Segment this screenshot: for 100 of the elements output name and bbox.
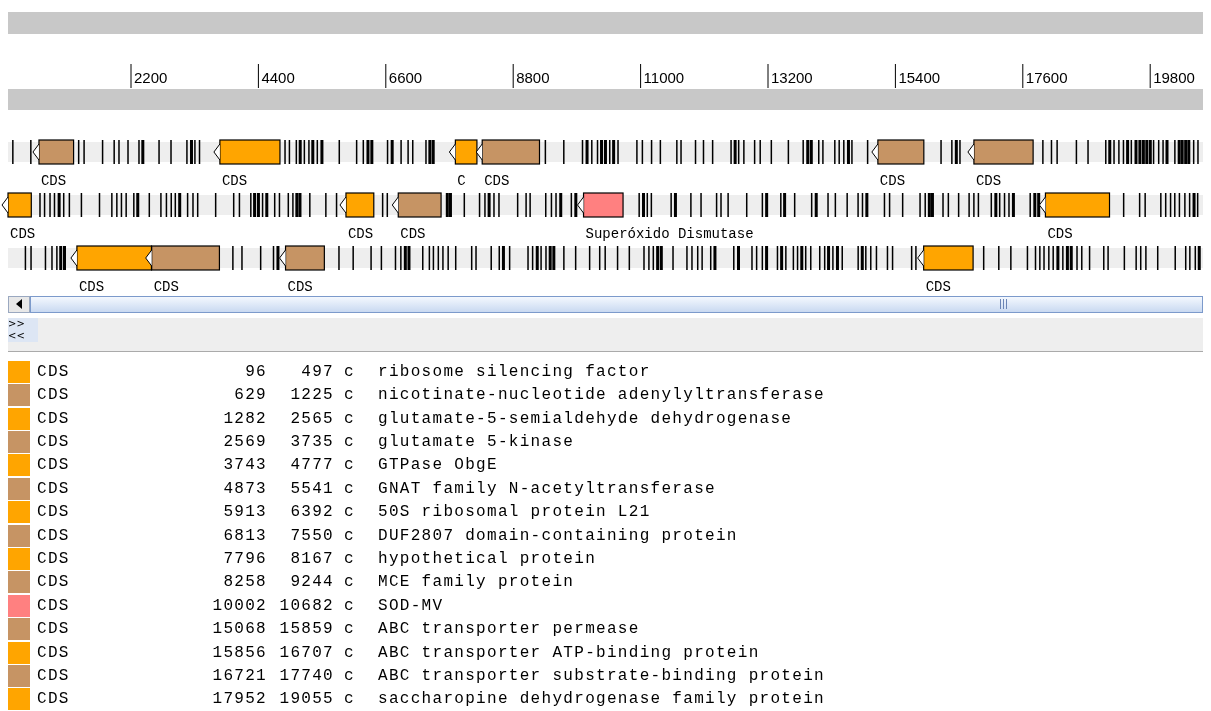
scroll-left-button[interactable] [8,295,30,314]
ruler-label: 19800 [1153,68,1195,86]
product-cell-text: glutamate-5-semialdehyde dehydrogenase [378,408,793,430]
feature-arrow[interactable] [213,139,281,165]
feature-arrow[interactable] [577,192,624,218]
feature-arrow[interactable] [448,139,478,165]
feature-arrow[interactable] [1,192,32,218]
product-cell-text: GTPase ObgE [378,455,498,477]
product-cell-text: saccharopine dehydrogenase family protein [378,689,825,711]
feature-label: CDS [975,173,1002,190]
feature-key[interactable]: CDS [37,687,117,711]
start-cell-text: 16721 [211,665,267,687]
feature-key[interactable]: CDS [37,359,117,384]
feature-label: CDS [347,226,374,243]
feature-arrow[interactable] [475,139,541,165]
start-cell-text: 3743 [222,455,267,477]
end-cell-text: 8167 [289,548,334,570]
feature-label: CDS [78,279,105,296]
end-cell-text: 16707 [278,642,334,664]
product-cell-text: nicotinate-nucleotide adenylyltransferase [378,385,825,407]
strand-cell-text: c [344,619,356,641]
end-cell-text: 5541 [289,478,334,500]
feature-label: CDS [40,173,67,190]
strand-cell-text: c [344,408,356,430]
strand-cell-text: c [344,432,356,453]
feature-key[interactable]: CDS [37,617,117,642]
ruler-label: 17600 [1025,68,1068,86]
feature-label: C [457,173,466,190]
end-cell-text: 10682 [278,595,334,617]
feature-label: Superóxido Dismutase [585,226,754,243]
feature-key[interactable]: CDS [37,476,117,501]
ruler-label: 2200 [134,68,168,86]
feature-label: CDS [484,173,510,190]
ruler-label: 4400 [261,68,295,86]
feature-arrow[interactable] [391,192,442,218]
grip-icon [1000,299,1007,310]
feature-arrow[interactable] [339,192,375,218]
feature-key[interactable]: CDS [37,523,117,548]
feature-key[interactable]: CDS [37,546,117,571]
start-cell-text: 7796 [222,548,267,570]
scroll-step-button[interactable]: << [8,330,38,343]
product-cell-text: ABC transporter ATP-binding protein [378,642,760,664]
end-cell-text: 3735 [289,432,334,453]
strand-cell-text: c [344,525,356,547]
strand-cell-text: c [344,642,356,664]
feature-key[interactable]: CDS [37,500,117,525]
feature-key[interactable]: CDS [37,663,117,688]
ruler-label: 11000 [643,68,685,86]
feature-key[interactable]: CDS [37,593,117,618]
end-cell-text: 6392 [289,502,334,524]
ruler-label: 15400 [898,68,941,86]
strand-cell-text: c [344,572,356,594]
feature-label: CDS [1047,226,1073,243]
feature-key[interactable]: CDS [37,430,117,454]
feature-key[interactable]: CDS [37,570,117,595]
feature-key[interactable]: CDS [37,640,117,665]
strand-cell-text: c [344,665,356,687]
end-cell-text: 15859 [278,619,334,641]
product-cell-text: hypothetical protein [378,548,597,570]
feature-label: CDS [153,279,179,296]
feature-label: CDS [221,173,248,190]
feature-key[interactable]: CDS [37,406,117,431]
scroll-step-button[interactable]: >> [8,318,38,331]
strand-cell-text: c [344,595,356,617]
ruler-label: 13200 [771,68,813,86]
feature-arrow[interactable] [917,245,974,271]
start-cell-text: 5913 [222,502,267,524]
end-cell-text: 9244 [289,572,334,594]
strand-cell-text: c [344,478,356,500]
feature-label: CDS [879,173,906,190]
product-cell-text: ABC transporter substrate-binding protein [378,665,825,687]
start-cell-text: 2569 [222,432,267,453]
feature-arrow[interactable] [871,139,925,165]
strand-cell-text: c [344,385,356,407]
ruler-label: 6600 [388,68,423,86]
end-cell-text: 1225 [289,385,334,407]
start-cell-text: 6813 [222,525,267,547]
product-cell-text: SOD-MV [378,595,444,617]
start-cell-text: 8258 [222,572,267,594]
feature-arrow[interactable] [70,245,153,271]
feature-arrow[interactable] [1038,192,1111,218]
product-cell-text: ribosome silencing factor [378,361,651,383]
start-cell-text: 96 [244,361,267,383]
end-cell-text: 2565 [289,408,334,430]
feature-arrow[interactable] [967,139,1034,165]
feature-label: CDS [925,279,951,296]
strand-cell-text: c [344,689,356,711]
feature-key[interactable]: CDS [37,383,117,408]
product-cell-text: ABC transporter permease [378,619,640,641]
feature-key[interactable]: CDS [37,453,117,478]
strand-cell-text: c [344,455,356,477]
feature-arrow[interactable] [145,245,221,271]
feature-arrow[interactable] [32,139,75,165]
start-cell-text: 1282 [222,408,267,430]
strand-cell-text: c [344,548,356,570]
scrollbar-thumb[interactable] [30,295,1203,314]
feature-label: CDS [287,279,313,296]
product-cell-text: DUF2807 domain-containing protein [378,525,738,547]
feature-arrow[interactable] [279,245,325,271]
start-cell-text: 15068 [211,619,267,641]
